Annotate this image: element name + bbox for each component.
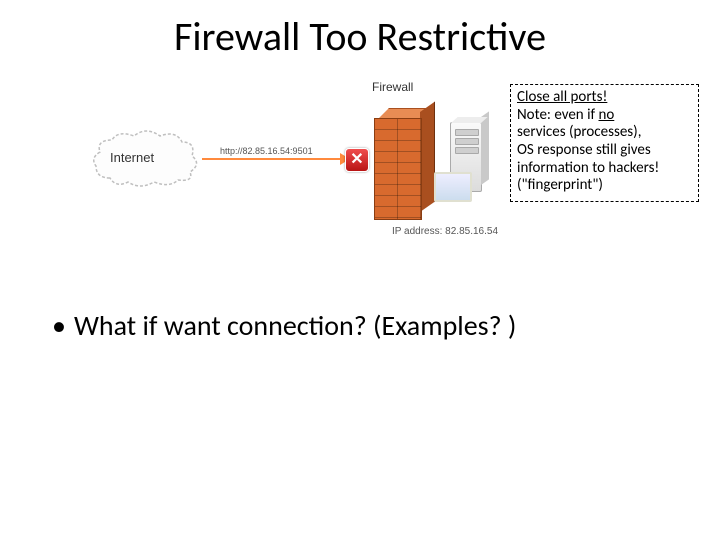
internet-label: Internet [110,150,154,165]
ip-address-text: IP address: 82.85.16.54 [392,226,498,237]
network-diagram: Internet http://82.85.16.54:9501 ✕ Firew… [90,80,500,240]
note-line-2b: no [599,106,615,124]
blocked-x-icon: ✕ [345,148,369,172]
firewall-label: Firewall [372,80,413,94]
note-line-2a: Note: even if [517,106,599,124]
note-line-4: OS response still gives [517,141,651,159]
request-arrow-line [202,158,342,160]
bullet-list: What if want connection? (Examples? ) [34,308,516,343]
note-line-6: ("fingerprint") [517,176,603,194]
note-line-1: Close all ports! [517,88,607,106]
note-box: Close all ports! Note: even if no servic… [510,84,699,202]
request-url-text: http://82.85.16.54:9501 [220,146,313,156]
page-title: Firewall Too Restrictive [0,12,720,61]
monitor-icon [434,172,472,202]
bullet-item-1: What if want connection? (Examples? ) [74,308,516,343]
note-line-5: information to hackers! [517,159,659,177]
firewall-icon [374,100,434,220]
slide: Firewall Too Restrictive Internet http:/… [0,0,720,540]
note-line-3: services (processes), [517,123,641,141]
